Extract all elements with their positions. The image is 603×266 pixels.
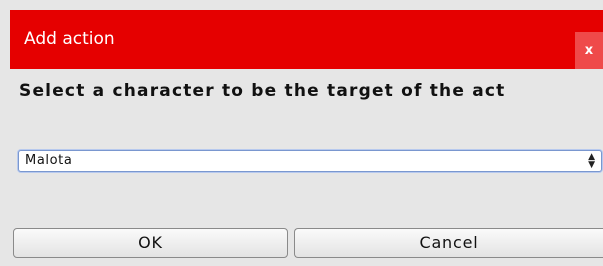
- prompt-text: Select a character to be the target of t…: [19, 81, 506, 101]
- add-action-dialog: Add action x Select a character to be th…: [0, 0, 603, 266]
- character-select[interactable]: Malota ▲ ▼: [18, 150, 602, 172]
- up-down-arrows-icon: ▲ ▼: [588, 152, 595, 170]
- title-bar: Add action x: [10, 10, 603, 69]
- character-select-value: Malota: [25, 153, 73, 168]
- close-button[interactable]: x: [575, 32, 603, 69]
- dialog-body: Select a character to be the target of t…: [10, 69, 603, 266]
- cancel-button[interactable]: Cancel: [294, 228, 603, 258]
- dialog-title: Add action: [24, 29, 115, 49]
- ok-button[interactable]: OK: [13, 228, 288, 258]
